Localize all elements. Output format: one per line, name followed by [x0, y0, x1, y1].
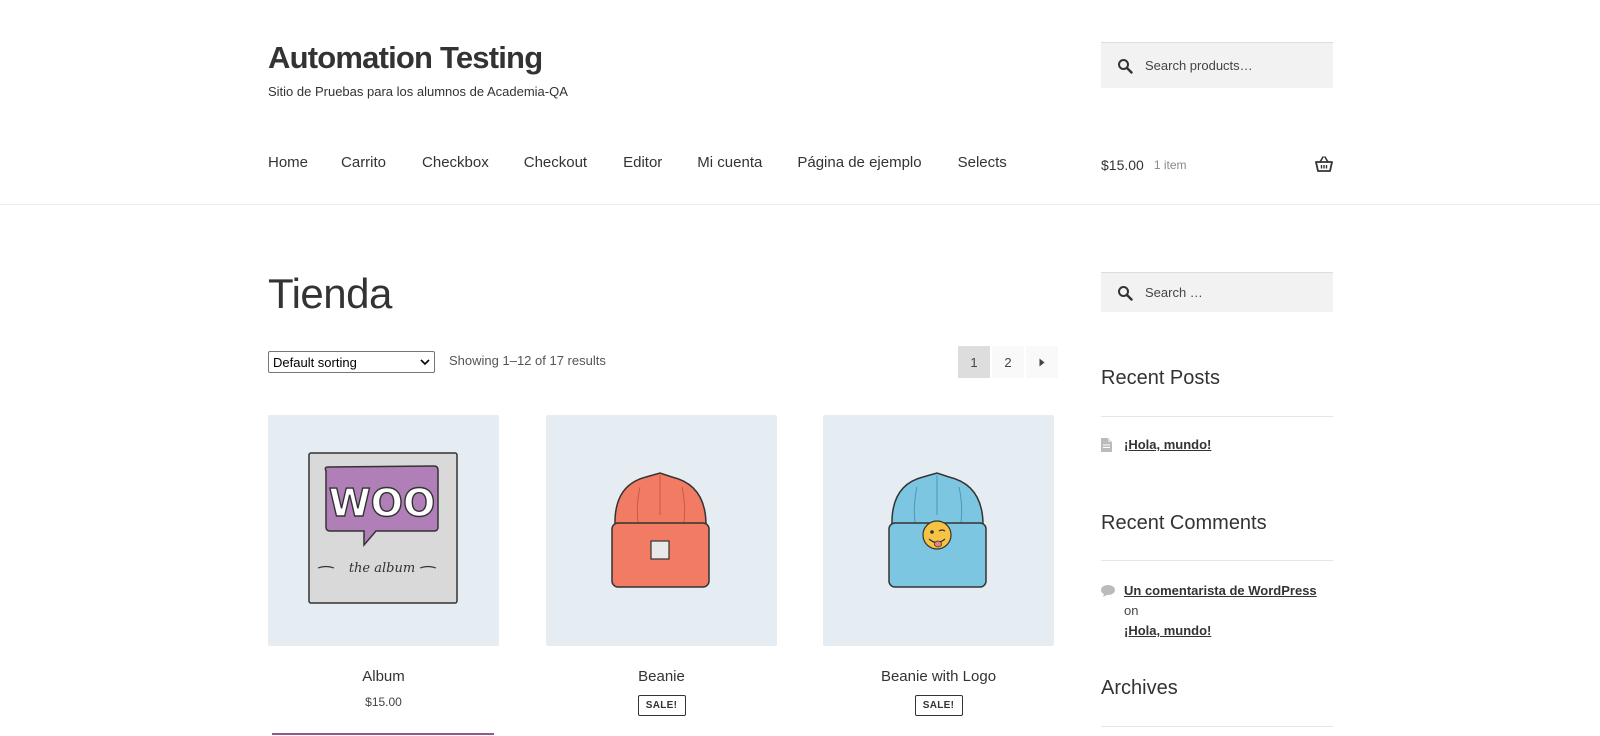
comment-connector: on	[1124, 603, 1139, 618]
nav-item-editor[interactable]: Editor	[623, 154, 662, 171]
recent-post-item: ¡Hola, mundo!	[1101, 437, 1211, 452]
recent-posts-title: Recent Posts	[1101, 367, 1220, 389]
sidebar-search-placeholder: Search …	[1145, 285, 1203, 300]
page-2[interactable]: 2	[992, 346, 1024, 378]
comment-bubble-icon	[1101, 585, 1115, 597]
document-icon	[1101, 437, 1112, 452]
nav-item-carrito[interactable]: Carrito	[341, 154, 386, 171]
album-woo-text: WOO	[329, 481, 436, 525]
nav-item-pagina-de-ejemplo[interactable]: Página de ejemplo	[797, 154, 921, 171]
site-tagline: Sitio de Pruebas para los alumnos de Aca…	[268, 84, 568, 99]
site-header: Automation Testing Sitio de Pruebas para…	[0, 0, 1600, 205]
product-card: WOO the album Album $15.00	[268, 415, 499, 709]
header-cart[interactable]: $15.00 1 item	[1101, 154, 1333, 176]
product-name[interactable]: Album	[268, 668, 499, 685]
beanie-with-logo-illustration	[888, 472, 987, 588]
product-image[interactable]	[823, 415, 1054, 646]
cart-count: 1 item	[1153, 158, 1187, 172]
beanie-illustration	[611, 472, 710, 588]
divider	[1101, 726, 1333, 727]
sorting-select[interactable]: Default sorting	[268, 351, 435, 373]
cart-amount: $15.00	[1101, 157, 1144, 173]
chevron-right-icon	[1039, 358, 1045, 366]
recent-post-link[interactable]: ¡Hola, mundo!	[1124, 437, 1211, 452]
recent-comments-title: Recent Comments	[1101, 512, 1267, 534]
product-name[interactable]: Beanie with Logo	[823, 668, 1054, 685]
product-image[interactable]	[546, 415, 777, 646]
product-image[interactable]: WOO the album	[268, 415, 499, 646]
product-card: Beanie SALE!	[546, 415, 777, 716]
comment-post-link[interactable]: ¡Hola, mundo!	[1124, 623, 1211, 638]
product-search-placeholder: Search products…	[1145, 58, 1253, 73]
divider	[1101, 560, 1333, 561]
product-search-input[interactable]: Search products…	[1101, 42, 1333, 88]
search-icon	[1118, 285, 1133, 301]
nav-item-mi-cuenta[interactable]: Mi cuenta	[697, 154, 762, 171]
primary-navigation: Home Carrito Checkbox Checkout Editor Mi…	[268, 154, 1007, 171]
sale-badge: SALE!	[637, 695, 686, 716]
result-count: Showing 1–12 of 17 results	[449, 353, 606, 368]
nav-item-selects[interactable]: Selects	[958, 154, 1007, 171]
product-name[interactable]: Beanie	[546, 668, 777, 685]
comment-author-link[interactable]: Un comentarista de WordPress	[1124, 583, 1317, 598]
pagination: 1 2	[958, 346, 1058, 378]
search-icon	[1118, 58, 1133, 74]
sale-badge: SALE!	[914, 695, 963, 716]
shopping-basket-icon	[1315, 156, 1333, 172]
recent-comment-item: Un comentarista de WordPress on ¡Hola, m…	[1101, 581, 1333, 641]
site-title[interactable]: Automation Testing	[268, 40, 543, 76]
sidebar-search-input[interactable]: Search …	[1101, 272, 1333, 312]
next-page-button[interactable]	[1026, 346, 1058, 378]
sorting-select-value: Default sorting	[273, 354, 357, 370]
archives-title: Archives	[1101, 677, 1178, 699]
nav-item-checkout[interactable]: Checkout	[524, 154, 587, 171]
product-card: Beanie with Logo SALE!	[823, 415, 1054, 716]
product-price: $15.00	[365, 695, 402, 709]
chevron-down-icon	[420, 358, 430, 365]
page-title: Tienda	[268, 270, 392, 317]
divider	[1101, 416, 1333, 417]
nav-item-home[interactable]: Home	[268, 154, 308, 171]
album-illustration: WOO the album	[308, 452, 458, 604]
page-1[interactable]: 1	[958, 346, 990, 378]
album-caption: the album	[349, 561, 415, 576]
nav-item-checkbox[interactable]: Checkbox	[422, 154, 489, 171]
